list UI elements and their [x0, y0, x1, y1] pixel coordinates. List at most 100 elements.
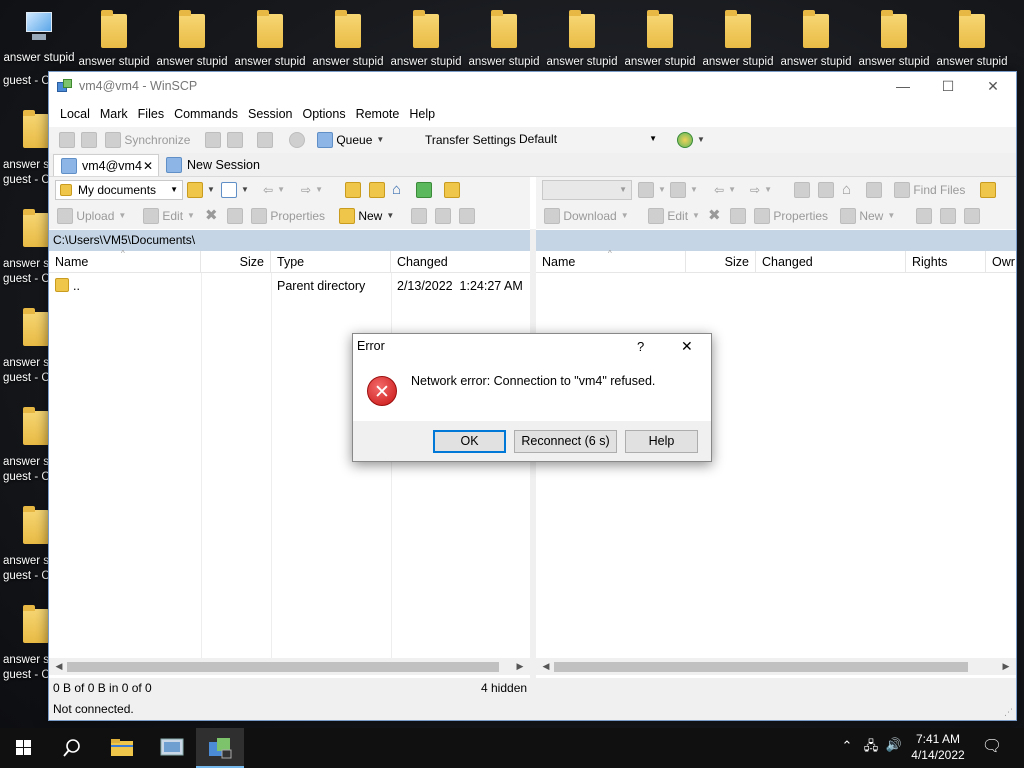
transfer-settings-select[interactable]: Default ▼ — [515, 130, 661, 150]
dialog-help-icon[interactable]: ? — [637, 339, 644, 354]
synchronize-button[interactable]: Synchronize — [105, 131, 190, 149]
sessions-menu-button[interactable]: ▼ — [677, 131, 705, 149]
scrollbar-thumb[interactable] — [554, 662, 968, 672]
remote-refresh-button[interactable] — [866, 181, 882, 199]
desktop-folder[interactable]: answer stupid — [465, 10, 543, 69]
remote-rename-button[interactable] — [730, 207, 746, 225]
column-size[interactable]: Size — [201, 251, 271, 273]
show-hidden-icons-chevron-up-icon[interactable]: ⌃ — [838, 738, 856, 754]
desktop-folder[interactable]: answer stupid — [309, 10, 387, 69]
reconnect-button[interactable]: Reconnect (6 s) — [514, 430, 617, 453]
desktop-folder[interactable]: answer stupid — [777, 10, 855, 69]
remote-properties-button[interactable]: Properties — [754, 207, 828, 225]
remote-edit-button[interactable]: Edit ▼ — [648, 207, 700, 225]
menu-session[interactable]: Session — [243, 101, 297, 127]
scroll-right-icon[interactable]: ▶ — [998, 658, 1014, 675]
rename-button[interactable] — [227, 207, 243, 225]
remote-filter-button[interactable]: ▼ — [670, 181, 698, 199]
menu-mark[interactable]: Mark — [95, 101, 133, 127]
title-bar[interactable]: vm4@vm4 - WinSCP — ☐ ✕ — [49, 72, 1016, 101]
desktop-folder[interactable] — [23, 110, 49, 148]
desktop-folder[interactable]: answer stupid — [387, 10, 465, 69]
column-changed[interactable]: Changed — [391, 251, 530, 273]
volume-icon[interactable]: 🔊 — [884, 737, 904, 753]
remote-horizontal-scrollbar[interactable]: ◀ ▶ — [536, 658, 1016, 675]
dialog-close-button[interactable]: ✕ — [681, 338, 693, 355]
tab-new-session[interactable]: New Session — [159, 154, 263, 176]
desktop-folder[interactable]: answer stupid — [621, 10, 699, 69]
menu-remote[interactable]: Remote — [351, 101, 405, 127]
remote-root-directory-button[interactable] — [818, 181, 834, 199]
home-button[interactable]: ⌂ — [392, 181, 401, 199]
local-hidden-status[interactable]: 4 hidden — [481, 678, 527, 698]
maximize-button[interactable]: ☐ — [925, 72, 971, 101]
taskbar-file-explorer[interactable] — [98, 728, 146, 768]
scroll-right-icon[interactable]: ▶ — [512, 658, 528, 675]
properties-button[interactable]: Properties — [251, 207, 325, 225]
column-rights[interactable]: Rights — [906, 251, 986, 273]
preferences-button[interactable] — [289, 131, 305, 149]
console-button[interactable] — [205, 131, 221, 149]
putty-button[interactable] — [227, 131, 243, 149]
remote-unselect-files-button[interactable] — [940, 207, 956, 225]
refresh-button[interactable] — [416, 181, 432, 199]
taskbar-app[interactable] — [148, 728, 196, 768]
local-horizontal-scrollbar[interactable]: ◀ ▶ — [49, 658, 530, 675]
back-button[interactable]: ⇦ ▼ — [263, 181, 285, 199]
desktop-folder[interactable]: answer stupid — [933, 10, 1011, 69]
desktop-folder[interactable]: answer stupid — [153, 10, 231, 69]
menu-help[interactable]: Help — [404, 101, 440, 127]
remote-new-button[interactable]: New ▼ — [840, 207, 895, 225]
dialog-title-bar[interactable]: Error ? ✕ — [353, 334, 711, 359]
tab-session-vm4[interactable]: vm4@vm4 ✕ — [53, 154, 159, 176]
desktop-folder[interactable] — [23, 407, 49, 445]
column-changed[interactable]: Changed — [756, 251, 906, 273]
queue-button[interactable]: Queue ▼ — [317, 131, 384, 149]
help-button[interactable]: Help — [625, 430, 698, 453]
menu-commands[interactable]: Commands — [169, 101, 243, 127]
remote-filter-files-button[interactable] — [964, 207, 980, 225]
desktop-folder[interactable] — [23, 308, 49, 346]
clock[interactable]: 7:41 AM 4/14/2022 — [906, 731, 970, 763]
remote-forward-button[interactable]: ⇨ ▼ — [750, 181, 772, 199]
menu-files[interactable]: Files — [133, 101, 169, 127]
local-location-select[interactable]: My documents ▼ — [55, 180, 183, 200]
remote-select-files-button[interactable] — [916, 207, 932, 225]
filter-files-button[interactable] — [459, 207, 475, 225]
start-button[interactable] — [0, 728, 48, 768]
minimize-button[interactable]: — — [880, 72, 926, 101]
desktop-icon-this-pc[interactable]: answer stupid — [0, 10, 78, 65]
column-owner[interactable]: Owr — [986, 251, 1016, 273]
menu-options[interactable]: Options — [297, 101, 350, 127]
remote-find-target-button[interactable] — [980, 181, 996, 199]
scroll-left-icon[interactable]: ◀ — [51, 658, 67, 675]
network-icon[interactable]: 🖧 — [861, 737, 881, 759]
close-button[interactable]: ✕ — [970, 72, 1016, 101]
column-name[interactable]: Name — [49, 251, 201, 273]
desktop-folder[interactable]: answer stupid — [231, 10, 309, 69]
find-button[interactable] — [257, 131, 273, 149]
desktop-folder[interactable]: answer stupid — [543, 10, 621, 69]
edit-button[interactable]: Edit ▼ — [143, 207, 195, 225]
download-button[interactable]: Download ▼ — [544, 207, 629, 225]
scroll-left-icon[interactable]: ◀ — [538, 658, 554, 675]
remote-delete-button[interactable]: ✖ — [708, 207, 721, 225]
root-directory-button[interactable] — [369, 181, 385, 199]
keep-up-to-date-button[interactable] — [81, 131, 97, 149]
find-target-button[interactable] — [444, 181, 460, 199]
ok-button[interactable]: OK — [433, 430, 506, 453]
search-button[interactable] — [48, 728, 96, 768]
remote-open-directory-button[interactable]: ▼ — [638, 181, 666, 199]
taskbar-winscp[interactable] — [196, 728, 244, 768]
remote-parent-directory-button[interactable] — [794, 181, 810, 199]
desktop-folder[interactable]: answer stupid — [75, 10, 153, 69]
desktop-folder[interactable] — [23, 209, 49, 247]
notifications-icon[interactable]: 🗨 — [976, 736, 1008, 756]
scrollbar-thumb[interactable] — [67, 662, 499, 672]
remote-location-select[interactable]: ▼ — [542, 180, 632, 200]
table-row[interactable]: .. Parent directory 2/13/2022 1:24:27 AM — [49, 276, 530, 296]
forward-button[interactable]: ⇨ ▼ — [301, 181, 323, 199]
upload-button[interactable]: Upload ▼ — [57, 207, 126, 225]
desktop-folder[interactable] — [23, 506, 49, 544]
resize-grip-icon[interactable]: ⋰ — [1004, 707, 1013, 718]
